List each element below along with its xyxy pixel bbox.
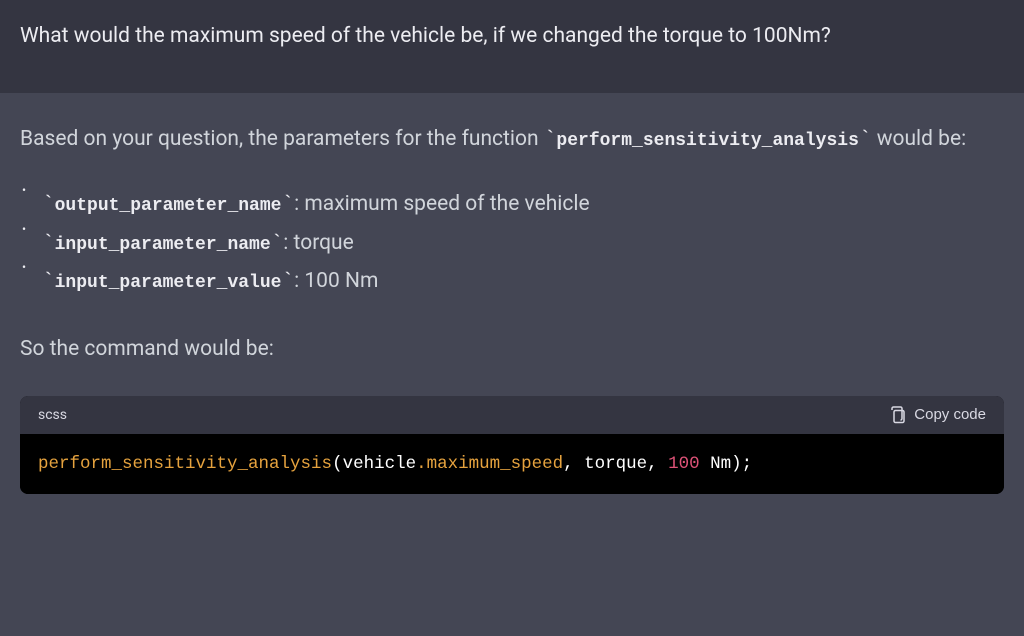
copy-code-button[interactable]: Copy code <box>890 406 986 424</box>
backtick: ` <box>281 194 294 217</box>
param-name-code: input_parameter_name <box>55 235 271 255</box>
clipboard-icon <box>890 406 906 424</box>
parameter-list: `output_parameter_name`: maximum speed o… <box>20 186 1004 302</box>
assistant-message: Based on your question, the parameters f… <box>0 93 1024 513</box>
intro-text: Based on your question, the parameters f… <box>20 123 1004 158</box>
param-value: : torque <box>283 231 354 255</box>
param-name-code: output_parameter_name <box>55 196 282 216</box>
function-name-code: perform_sensitivity_analysis <box>556 131 858 151</box>
list-item: `input_parameter_value`: 100 Nm <box>42 263 1004 302</box>
user-question-text: What would the maximum speed of the vehi… <box>20 24 831 48</box>
code-content: perform_sensitivity_analysis(vehicle.max… <box>20 434 1004 494</box>
code-token: (vehicle <box>332 454 416 474</box>
copy-code-label: Copy code <box>914 406 986 423</box>
code-block: scss Copy code perform_sensitivity_analy… <box>20 396 1004 494</box>
code-token-number: 100 <box>668 454 700 474</box>
so-command-text: So the command would be: <box>20 334 1004 366</box>
code-token: , torque, <box>563 454 668 474</box>
code-token: Nm); <box>700 454 753 474</box>
param-name-code: input_parameter_value <box>55 273 282 293</box>
intro-suffix: would be: <box>871 127 966 151</box>
backtick: ` <box>281 271 294 294</box>
list-item: `output_parameter_name`: maximum speed o… <box>42 186 1004 225</box>
backtick: ` <box>859 129 872 152</box>
backtick: ` <box>544 129 557 152</box>
code-token-function: perform_sensitivity_analysis <box>38 454 332 474</box>
code-token-property: .maximum_speed <box>416 454 563 474</box>
backtick: ` <box>42 271 55 294</box>
code-header: scss Copy code <box>20 396 1004 434</box>
intro-prefix: Based on your question, the parameters f… <box>20 127 544 151</box>
user-message: What would the maximum speed of the vehi… <box>0 0 1024 93</box>
backtick: ` <box>42 233 55 256</box>
backtick: ` <box>271 233 284 256</box>
list-item: `input_parameter_name`: torque <box>42 225 1004 264</box>
backtick: ` <box>42 194 55 217</box>
param-value: : 100 Nm <box>294 269 378 293</box>
code-language-label: scss <box>38 407 67 423</box>
param-value: : maximum speed of the vehicle <box>294 192 590 216</box>
